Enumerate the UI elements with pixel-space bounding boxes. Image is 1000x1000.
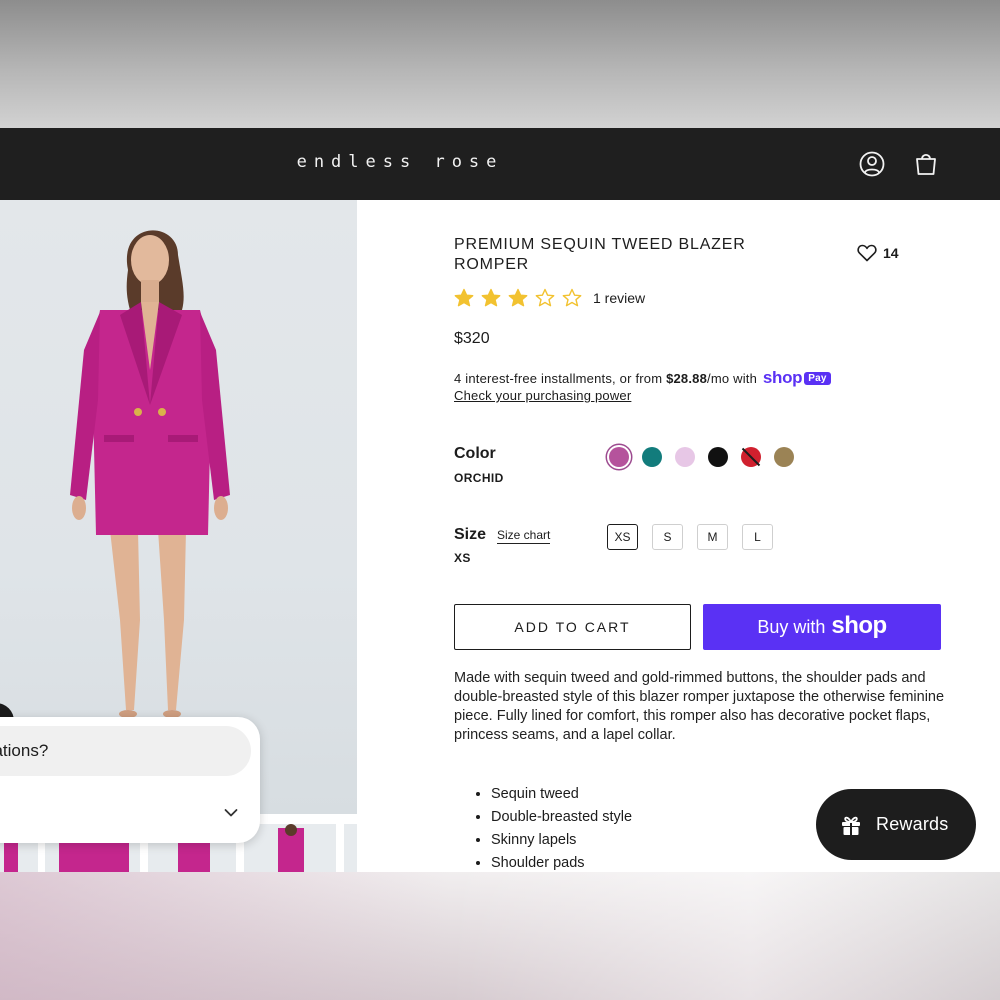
star-filled-icon	[454, 288, 474, 307]
background-bottom	[0, 872, 1000, 1000]
brand-logo[interactable]: endless rose	[0, 152, 800, 172]
purchasing-power-link[interactable]: Check your purchasing power	[454, 388, 631, 403]
review-count-link[interactable]: 1 review	[593, 290, 645, 306]
size-chart-link[interactable]: Size chart	[497, 528, 551, 544]
installments-amount: $28.88	[666, 371, 708, 386]
product-page: PREMIUM SEQUIN TWEED BLAZER ROMPER 14 1 …	[0, 200, 1000, 872]
selected-size: XS	[454, 551, 471, 565]
rewards-button[interactable]: Rewards	[816, 789, 976, 860]
product-title: PREMIUM SEQUIN TWEED BLAZER ROMPER	[454, 236, 746, 273]
color-swatch[interactable]	[609, 447, 629, 467]
selected-color: ORCHID	[454, 471, 504, 485]
product-price: $320	[454, 330, 490, 347]
thumbnail[interactable]	[344, 824, 357, 872]
background-top	[0, 0, 1000, 128]
feature-list: Sequin tweedDouble-breasted styleSkinny …	[491, 783, 632, 872]
chat-widget: dations?	[0, 717, 260, 843]
chat-suggestion[interactable]: dations?	[0, 726, 251, 776]
unavailable-slash	[741, 447, 761, 467]
wishlist-count: 14	[883, 245, 899, 261]
shopping-bag-icon[interactable]	[911, 149, 941, 179]
size-option-l[interactable]: L	[742, 524, 773, 550]
feature-item: Sequin tweed	[491, 783, 632, 806]
buy-with-label: Buy with	[757, 616, 826, 637]
color-swatch[interactable]	[708, 447, 728, 467]
feature-item: Skinny lapels	[491, 829, 632, 852]
site-header: endless rose	[0, 128, 1000, 200]
buy-with-shop-button[interactable]: Buy with shop	[703, 604, 941, 650]
shop-pay-installments: 4 interest-free installments, or from $2…	[454, 368, 831, 388]
add-to-cart-button[interactable]: ADD TO CART	[454, 604, 691, 650]
feature-item: Shoulder pads	[491, 852, 632, 872]
star-filled-icon	[481, 288, 501, 307]
star-empty-icon	[535, 288, 555, 307]
size-option-s[interactable]: S	[652, 524, 683, 550]
size-option-m[interactable]: M	[697, 524, 728, 550]
shop-pay-badge: Pay	[804, 372, 831, 385]
color-swatch[interactable]	[774, 447, 794, 467]
product-description: Made with sequin tweed and gold-rimmed b…	[454, 670, 945, 743]
shop-pay-logo: shop	[762, 368, 803, 387]
wishlist-button[interactable]: 14	[857, 244, 899, 262]
stars	[454, 288, 589, 308]
size-option-xs[interactable]: XS	[607, 524, 638, 550]
color-swatch[interactable]	[675, 447, 695, 467]
color-swatch[interactable]	[741, 447, 761, 467]
account-icon[interactable]	[857, 149, 887, 179]
star-rating[interactable]: 1 review	[454, 288, 645, 308]
star-filled-icon	[508, 288, 528, 307]
size-label: Size	[454, 526, 487, 543]
heart-icon	[857, 244, 877, 262]
gift-icon	[842, 816, 860, 835]
star-empty-icon	[562, 288, 582, 307]
rewards-label: Rewards	[876, 814, 949, 834]
chevron-down-icon[interactable]	[224, 808, 238, 818]
color-swatch[interactable]	[642, 447, 662, 467]
thumbnail[interactable]	[244, 824, 336, 872]
installments-suffix: /mo with	[707, 371, 758, 386]
color-label: Color	[454, 445, 496, 462]
installments-prefix: 4 interest-free installments, or from	[454, 371, 663, 386]
feature-item: Double-breasted style	[491, 806, 632, 829]
shop-logo: shop	[831, 611, 887, 639]
